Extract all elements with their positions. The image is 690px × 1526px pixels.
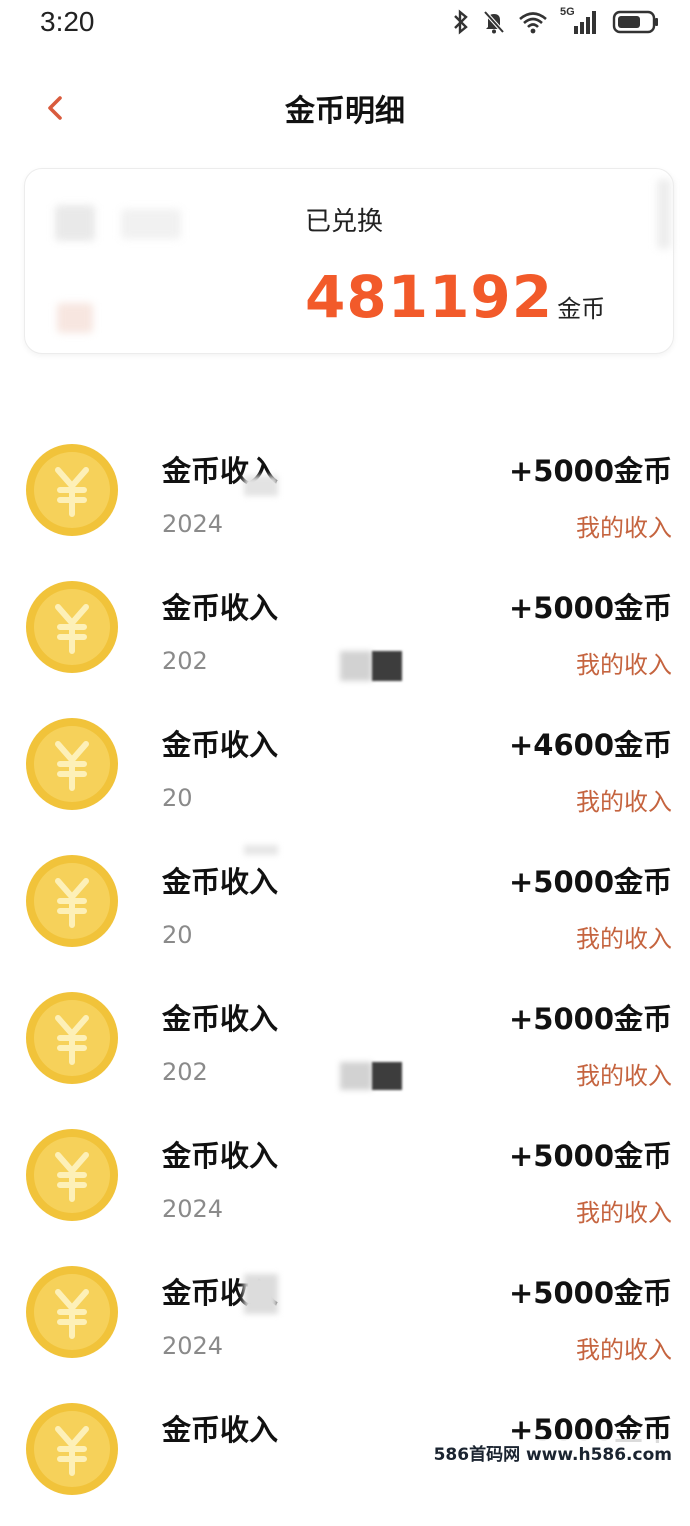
exchanged-label: 已兑换	[305, 207, 384, 237]
transaction-date: 202	[162, 1058, 208, 1086]
transaction-date: 2024	[162, 510, 224, 538]
transaction-date: 202	[162, 647, 208, 675]
transaction-amount: +5000金币	[508, 1139, 672, 1173]
transaction-amount: +5000金币	[508, 1002, 672, 1036]
list-item[interactable]: 金币收入 2024 +5000金币 我的收入	[0, 1115, 690, 1252]
coin-icon	[26, 855, 118, 947]
exchanged-amount: 481192 金币	[305, 263, 605, 331]
transaction-title: 金币收入	[162, 1139, 279, 1173]
redaction	[340, 651, 372, 681]
transaction-title: 金币收入	[162, 728, 279, 762]
transaction-amount: +5000金币	[508, 454, 672, 488]
transaction-source: 我的收入	[576, 1199, 672, 1227]
redaction	[244, 1274, 278, 1314]
redacted-label	[55, 205, 95, 241]
transaction-amount: +5000金币	[508, 1276, 672, 1310]
coin-icon	[26, 1266, 118, 1358]
list-item[interactable]: 金币收入 202 +5000金币 我的收入	[0, 567, 690, 704]
list-item[interactable]: 金币收入 202 +5000金币 我的收入	[0, 978, 690, 1115]
wifi-icon	[519, 12, 547, 34]
page-title: 金币明细	[285, 94, 405, 129]
redaction	[244, 845, 278, 855]
coin-icon	[26, 1403, 118, 1495]
transaction-amount: +5000金币	[508, 591, 672, 625]
transaction-title: 金币收入	[162, 591, 279, 625]
coin-icon	[26, 718, 118, 810]
transaction-source: 我的收入	[576, 514, 672, 542]
transaction-source: 我的收入	[576, 1336, 672, 1364]
list-item[interactable]: 金币收入 20 +4600金币 我的收入	[0, 704, 690, 841]
list-item[interactable]: 金币收入 2024 +5000金币 我的收入	[0, 1252, 690, 1389]
redacted-value	[57, 303, 93, 333]
list-item[interactable]: 金币收入 20 +5000金币 我的收入	[0, 841, 690, 978]
transaction-amount: +4600金币	[508, 728, 672, 762]
watermark: 586首码网 www.h586.com	[429, 1439, 676, 1466]
transaction-source: 我的收入	[576, 1062, 672, 1090]
coin-icon	[26, 992, 118, 1084]
status-icons: 5G	[452, 6, 660, 38]
transaction-amount: +5000金币	[508, 865, 672, 899]
redaction	[372, 651, 402, 681]
bluetooth-icon	[454, 9, 468, 35]
redacted-edge	[657, 179, 671, 249]
nav-bar: 金币明细	[0, 70, 690, 146]
transaction-title: 金币收入	[162, 865, 279, 899]
redaction	[372, 1062, 402, 1090]
redaction	[244, 476, 278, 496]
coin-icon	[26, 444, 118, 536]
exchanged-unit: 金币	[557, 295, 606, 323]
status-bar: 3:20 5G	[0, 0, 690, 46]
coin-icon	[26, 581, 118, 673]
bell-muted-icon	[483, 10, 505, 34]
exchanged-value: 481192	[305, 263, 554, 331]
transaction-date: 2024	[162, 1332, 224, 1360]
list-item[interactable]: 金币收入 2024 +5000金币 我的收入	[0, 430, 690, 567]
signal-icon: 5G	[560, 6, 600, 36]
redaction	[340, 1062, 372, 1090]
battery-icon	[612, 10, 658, 34]
summary-card: 已兑换 481192 金币	[24, 168, 674, 354]
coin-icon	[26, 1129, 118, 1221]
transaction-source: 我的收入	[576, 788, 672, 816]
transaction-source: 我的收入	[576, 651, 672, 679]
transaction-date: 2024	[162, 1195, 224, 1223]
transaction-date: 20	[162, 921, 193, 949]
transaction-source: 我的收入	[576, 925, 672, 953]
transaction-date: 20	[162, 784, 193, 812]
status-time: 3:20	[40, 6, 95, 37]
transaction-title: 金币收入	[162, 1413, 279, 1447]
redacted-label	[121, 209, 181, 239]
transaction-list: 金币收入 2024 +5000金币 我的收入 金币收入 202 +5000金币 …	[0, 430, 690, 1526]
transaction-title: 金币收入	[162, 1002, 279, 1036]
